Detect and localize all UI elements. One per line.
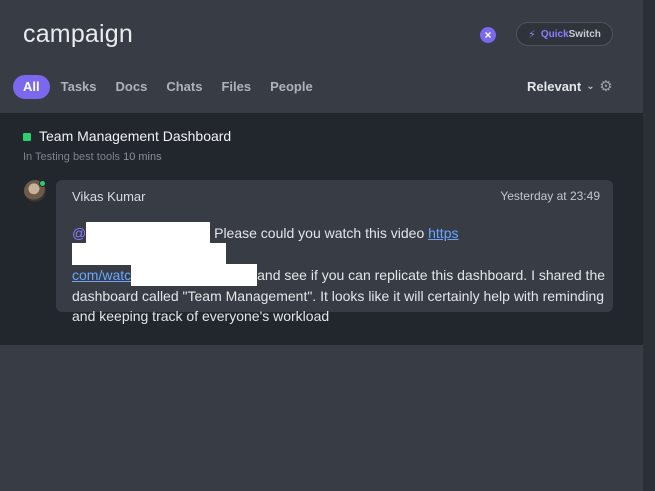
search-results: Team Management Dashboard In Testing bes…: [0, 113, 643, 345]
redacted-block: [86, 222, 211, 244]
result-title[interactable]: Team Management Dashboard: [39, 128, 231, 144]
close-icon[interactable]: ×: [480, 27, 496, 43]
comment-card[interactable]: Vikas Kumar Yesterday at 23:49 @ Please …: [56, 180, 613, 324]
tab-docs[interactable]: Docs: [108, 75, 156, 99]
search-panel: campaign × ⚡ QuickSwitch All Tasks Docs …: [0, 0, 643, 491]
comment-author: Vikas Kumar: [72, 189, 146, 204]
result-age: 10 mins: [123, 151, 162, 163]
quickswitch-label-switch: Switch: [568, 28, 601, 40]
scrollbar-track[interactable]: [643, 0, 655, 491]
quickswitch-label-quick: Quick: [540, 28, 569, 40]
tab-all[interactable]: All: [13, 75, 50, 99]
comment-timestamp: Yesterday at 23:49: [500, 189, 600, 203]
tab-tasks[interactable]: Tasks: [53, 75, 105, 99]
quickswitch-button[interactable]: ⚡ QuickSwitch: [516, 22, 613, 46]
gear-icon[interactable]: ⚙: [598, 79, 614, 95]
sort-label: Relevant: [527, 79, 582, 94]
filter-tabs: All Tasks Docs Chats Files People: [13, 75, 324, 99]
result-meta: In Testing best tools 10 mins: [23, 151, 162, 163]
sort-dropdown[interactable]: Relevant ⌄: [527, 79, 595, 94]
redacted-block: [72, 243, 226, 265]
video-link-part-1[interactable]: https: [428, 225, 458, 241]
tab-chats[interactable]: Chats: [158, 75, 210, 99]
tab-files[interactable]: Files: [213, 75, 259, 99]
video-link-part-2[interactable]: com/watc: [72, 267, 131, 283]
status-badge: [23, 133, 31, 141]
redacted-block: [131, 264, 258, 286]
comment-text-1: Please could you watch this video: [210, 225, 429, 241]
search-query[interactable]: campaign: [23, 20, 133, 49]
tab-people[interactable]: People: [262, 75, 321, 99]
chevron-down-icon: ⌄: [586, 81, 595, 92]
mention-prefix[interactable]: @: [72, 225, 86, 241]
result-location: In Testing best tools: [23, 151, 121, 163]
online-indicator: [39, 180, 46, 187]
bolt-icon: ⚡: [528, 28, 536, 41]
comment-body: @ Please could you watch this video http…: [72, 222, 608, 326]
